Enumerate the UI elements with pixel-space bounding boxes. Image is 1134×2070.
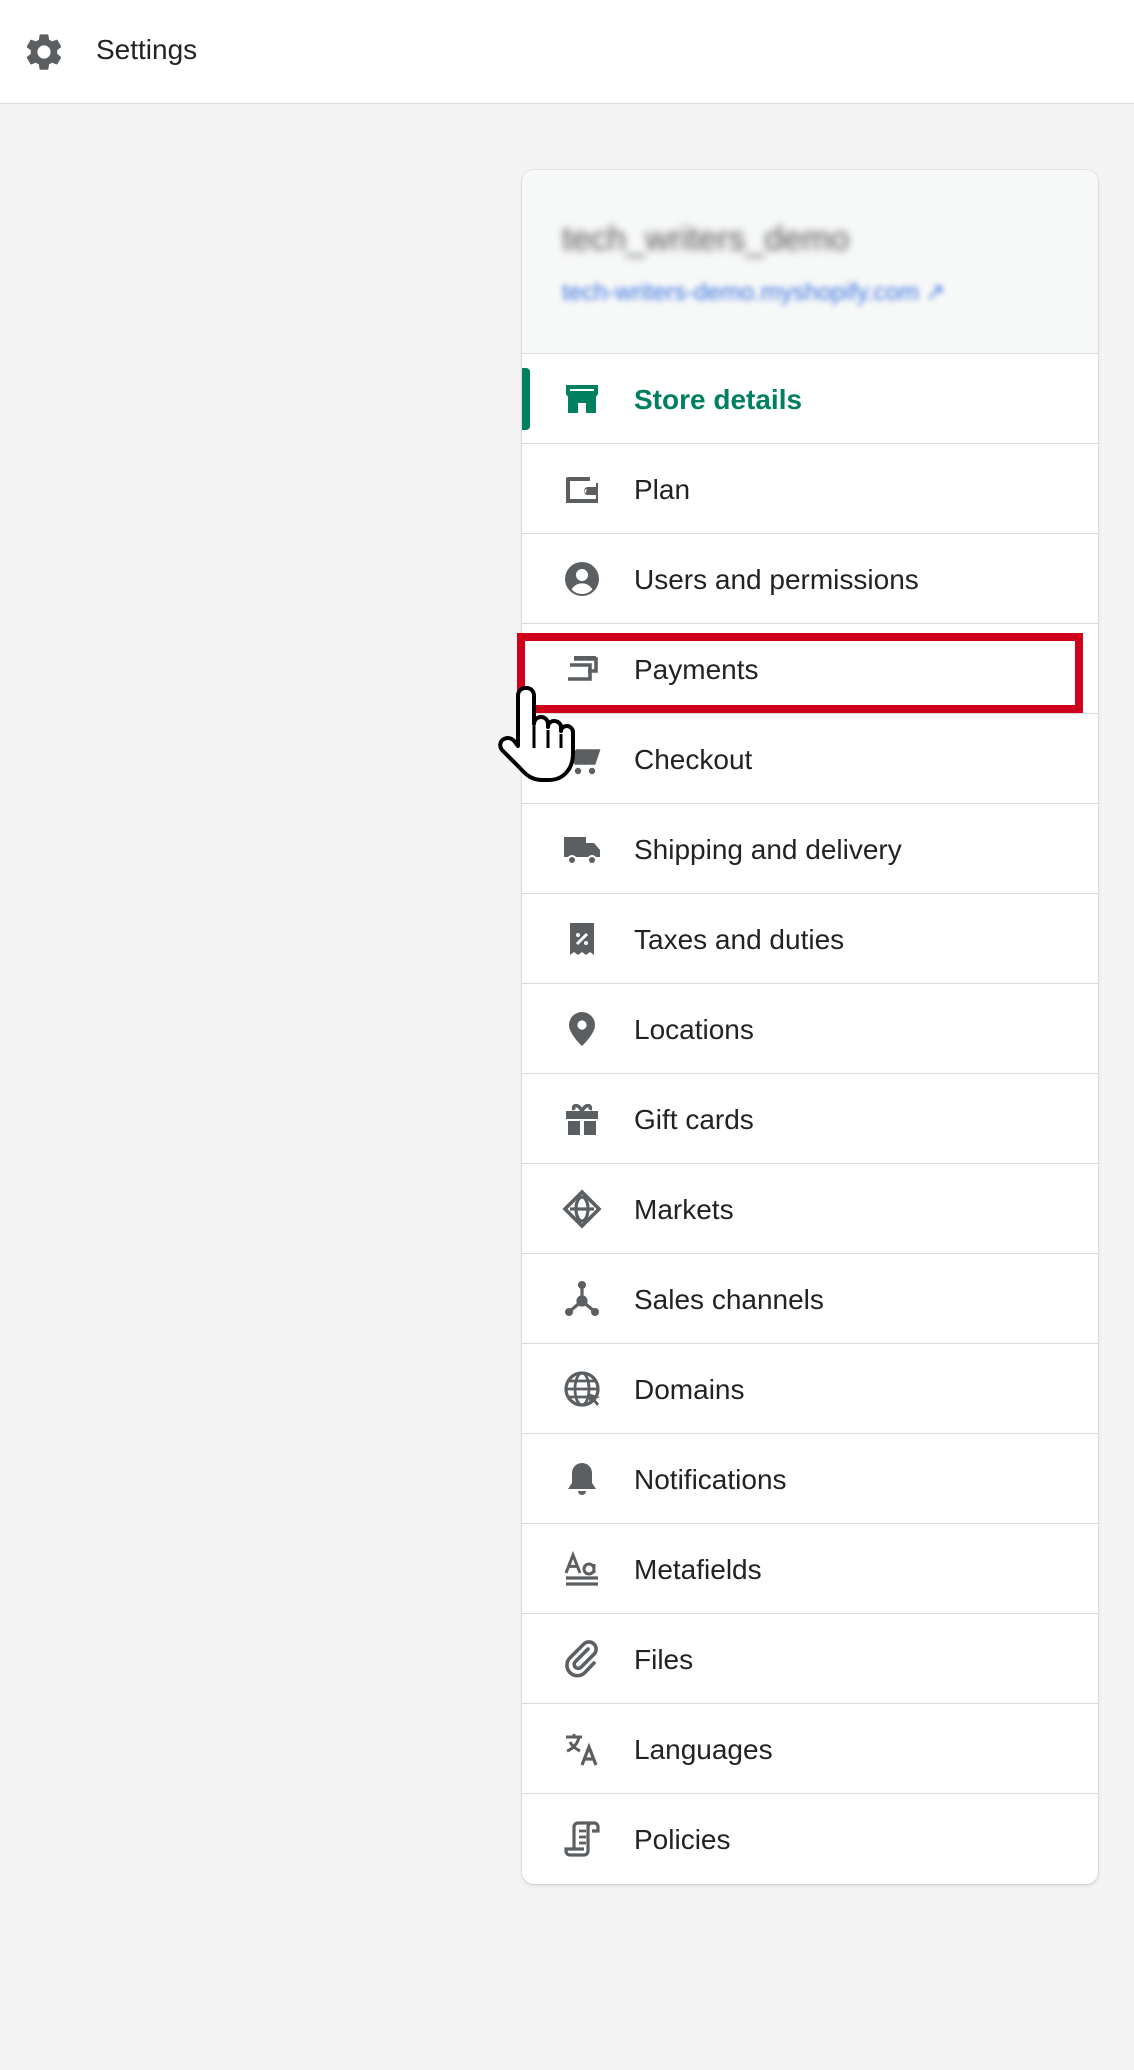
gear-icon [26, 34, 62, 70]
metafields-icon [562, 1549, 602, 1589]
store-header: tech_writers_demo tech-writers-demo.mysh… [522, 170, 1098, 354]
nav-label: Plan [634, 474, 691, 505]
nav-item-markets[interactable]: Markets [522, 1164, 1098, 1254]
page-title: Settings [96, 34, 198, 65]
nav-item-locations[interactable]: Locations [522, 984, 1098, 1074]
nav-label: Files [634, 1644, 694, 1675]
nav-item-metafields[interactable]: Metafields [522, 1524, 1098, 1614]
nav-item-plan[interactable]: Plan [522, 444, 1098, 534]
nav-item-checkout[interactable]: Checkout [522, 714, 1098, 804]
nav-item-gift-cards[interactable]: Gift cards [522, 1074, 1098, 1164]
nav-label: Store details [634, 384, 803, 415]
markets-globe-icon [562, 1189, 602, 1229]
nav-label: Locations [634, 1014, 754, 1045]
nav-label: Shipping and delivery [634, 834, 902, 865]
nav-item-store-details[interactable]: Store details [522, 354, 1098, 444]
nav-label: Sales channels [634, 1284, 824, 1315]
external-link-icon: ↗ [924, 279, 946, 306]
nav-item-sales-channels[interactable]: Sales channels [522, 1254, 1098, 1344]
store-icon [562, 379, 602, 419]
nav-label: Metafields [634, 1554, 762, 1585]
domains-globe-icon [562, 1369, 602, 1409]
settings-nav: Store details Plan Users and permissions… [522, 354, 1098, 1884]
nav-label: Checkout [634, 744, 753, 775]
paperclip-icon [562, 1639, 602, 1679]
gift-icon [562, 1099, 602, 1139]
policy-scroll-icon [562, 1819, 602, 1859]
nav-label: Gift cards [634, 1104, 754, 1135]
top-bar: Settings [0, 0, 1134, 104]
store-url-link[interactable]: tech-writers-demo.myshopify.com ↗ [562, 278, 945, 307]
translate-icon [562, 1729, 602, 1769]
wallet-icon [562, 469, 602, 509]
store-url-text: tech-writers-demo.myshopify.com [562, 279, 919, 306]
truck-icon [562, 829, 602, 869]
active-indicator [522, 368, 530, 430]
bell-icon [562, 1459, 602, 1499]
nav-item-users-permissions[interactable]: Users and permissions [522, 534, 1098, 624]
nav-item-notifications[interactable]: Notifications [522, 1434, 1098, 1524]
nav-item-languages[interactable]: Languages [522, 1704, 1098, 1794]
sales-channels-icon [562, 1279, 602, 1319]
cart-icon [562, 739, 602, 779]
nav-label: Domains [634, 1374, 745, 1405]
nav-label: Languages [634, 1734, 773, 1765]
settings-card: tech_writers_demo tech-writers-demo.mysh… [522, 170, 1098, 1884]
nav-label: Users and permissions [634, 564, 919, 595]
nav-item-shipping[interactable]: Shipping and delivery [522, 804, 1098, 894]
nav-label: Markets [634, 1194, 734, 1225]
nav-item-taxes[interactable]: Taxes and duties [522, 894, 1098, 984]
payments-icon [562, 649, 602, 689]
tax-receipt-icon [562, 919, 602, 959]
nav-label: Policies [634, 1824, 731, 1855]
nav-item-payments[interactable]: Payments [522, 624, 1098, 714]
store-name: tech_writers_demo [562, 220, 850, 258]
nav-item-files[interactable]: Files [522, 1614, 1098, 1704]
location-pin-icon [562, 1009, 602, 1049]
nav-label: Taxes and duties [634, 924, 845, 955]
nav-label: Notifications [634, 1464, 787, 1495]
nav-label: Payments [634, 654, 759, 685]
nav-item-domains[interactable]: Domains [522, 1344, 1098, 1434]
user-icon [562, 559, 602, 599]
nav-item-policies[interactable]: Policies [522, 1794, 1098, 1884]
